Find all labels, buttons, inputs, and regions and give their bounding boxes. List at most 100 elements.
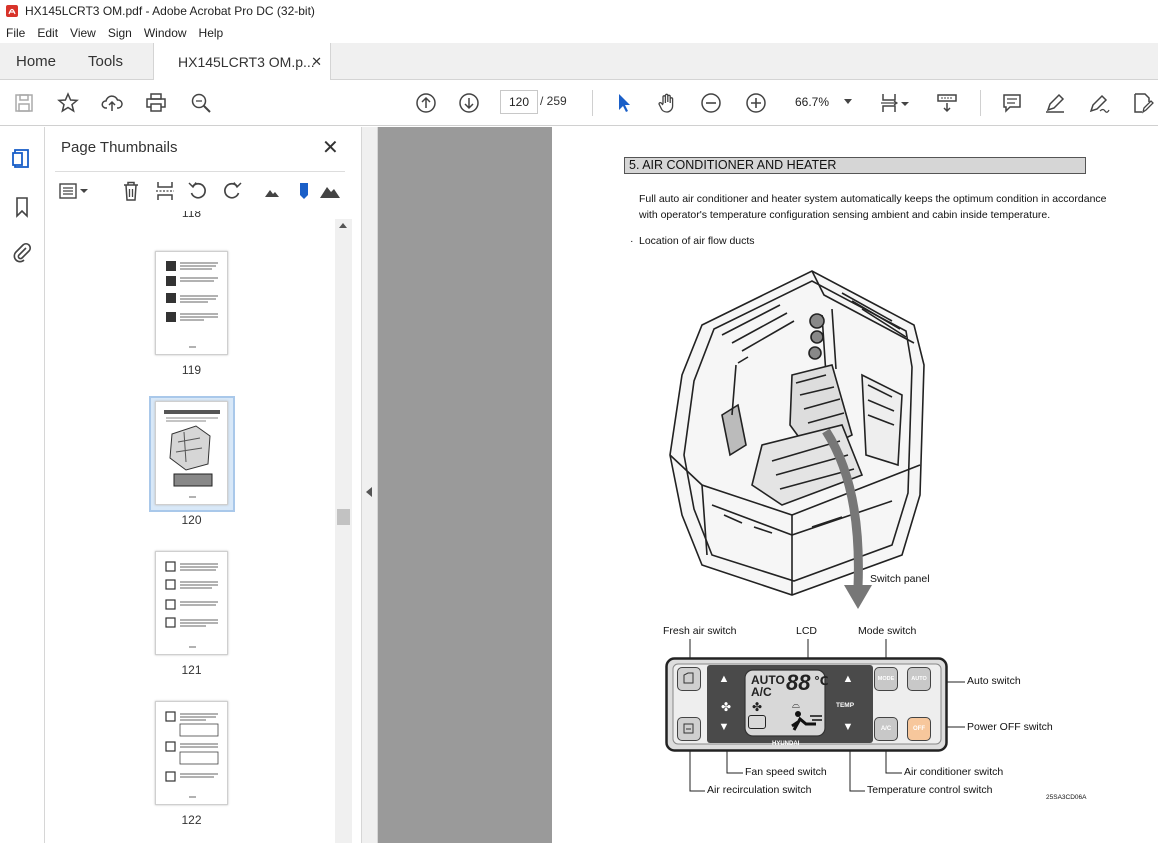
thumbnail-preview-121 xyxy=(165,561,218,648)
pdf-page: 5. AIR CONDITIONER AND HEATER Full auto … xyxy=(552,127,1158,843)
rotate-counterclockwise-icon[interactable] xyxy=(187,180,209,202)
sign-pen-icon[interactable] xyxy=(1087,91,1111,115)
thumbnail-preview-122 xyxy=(165,711,219,798)
close-tab-icon[interactable]: ✕ xyxy=(311,54,322,70)
zoom-out-icon[interactable] xyxy=(699,91,723,115)
fresh-air-switch-button[interactable] xyxy=(677,667,701,691)
main-toolbar: 120 / 259 66.7% xyxy=(0,80,1158,126)
scrollbar-thumb[interactable] xyxy=(337,509,350,525)
attachments-paperclip-icon[interactable] xyxy=(10,240,34,264)
thumbnail-size-small-icon[interactable] xyxy=(261,180,283,202)
thumbnail-label-122: 122 xyxy=(181,813,202,827)
thumbnail-scrollbar[interactable] xyxy=(335,219,352,843)
bookmark-star-icon[interactable] xyxy=(56,91,80,115)
menu-bar: File Edit View Sign Window Help xyxy=(0,22,1158,43)
menu-help[interactable]: Help xyxy=(193,26,230,40)
auto-button-text: AUTO xyxy=(911,676,927,682)
thumbnail-options-icon[interactable] xyxy=(59,180,89,202)
left-navigation-rail xyxy=(0,127,45,843)
menu-edit[interactable]: Edit xyxy=(31,26,64,40)
document-canvas: 5. AIR CONDITIONER AND HEATER Full auto … xyxy=(378,127,1158,843)
page-number-input[interactable]: 120 xyxy=(500,90,538,114)
off-button-text: OFF xyxy=(913,726,925,732)
thumbnail-label-121: 121 xyxy=(181,663,202,677)
select-cursor-icon[interactable] xyxy=(612,91,636,115)
zoom-level-value: 66.7% xyxy=(795,95,830,109)
chevron-down-icon xyxy=(844,99,852,104)
power-off-switch-button[interactable]: OFF xyxy=(907,717,931,741)
previous-page-icon[interactable] xyxy=(414,91,438,115)
thumbnail-page-121[interactable] xyxy=(155,551,228,655)
tab-bar: Home Tools HX145LCRT3 OM.p... ✕ xyxy=(0,43,1158,80)
air-conditioner-switch-button[interactable]: A/C xyxy=(874,717,898,741)
edit-pdf-icon[interactable] xyxy=(1131,91,1155,115)
thumbnail-toolbar xyxy=(55,171,345,209)
print-icon[interactable] xyxy=(144,91,168,115)
thumbnail-label-118: 118 xyxy=(181,211,202,220)
mode-switch-button[interactable]: MODE xyxy=(874,667,898,691)
mode-button-text: MODE xyxy=(877,676,895,682)
thumbnail-size-large-icon[interactable] xyxy=(319,180,341,202)
menu-sign[interactable]: Sign xyxy=(102,26,138,40)
menu-view[interactable]: View xyxy=(64,26,102,40)
lcd-mode-indicator-icon xyxy=(748,715,766,729)
lcd-fan-icon: ✤ xyxy=(752,700,763,714)
page-thumbnails-panel: Page Thumbnails ✕ 118 119 120 121 122 xyxy=(45,127,361,843)
toolbar-divider xyxy=(592,90,593,116)
menu-window[interactable]: Window xyxy=(138,26,193,40)
air-recirculation-switch-button[interactable] xyxy=(677,717,701,741)
thumbnail-size-slider-icon[interactable] xyxy=(293,180,315,202)
tab-document[interactable]: HX145LCRT3 OM.p... ✕ xyxy=(153,43,331,80)
panel-collapse-handle[interactable] xyxy=(361,127,378,843)
bookmarks-icon[interactable] xyxy=(10,195,34,219)
fresh-air-icon xyxy=(683,672,694,684)
temp-label: TEMP xyxy=(836,702,855,709)
thumbnail-label-119: 119 xyxy=(181,363,202,377)
auto-switch-button[interactable]: AUTO xyxy=(907,667,931,691)
delete-page-icon[interactable] xyxy=(120,180,142,202)
title-bar: HX145LCRT3 OM.pdf - Adobe Acrobat Pro DC… xyxy=(0,0,1158,22)
tab-tools[interactable]: Tools xyxy=(88,43,123,80)
zoom-in-icon[interactable] xyxy=(744,91,768,115)
page-total: / 259 xyxy=(540,94,567,108)
thumbnail-preview-119 xyxy=(166,261,218,348)
upload-cloud-icon[interactable] xyxy=(100,91,124,115)
temp-down-icon[interactable]: ▼ xyxy=(839,721,857,735)
recirculation-icon xyxy=(683,723,694,734)
search-zoom-icon[interactable] xyxy=(189,91,213,115)
lcd-seat-airflow-icon xyxy=(791,711,822,731)
temp-up-icon[interactable]: ▲ xyxy=(839,673,857,687)
tab-home[interactable]: Home xyxy=(16,43,56,80)
save-icon[interactable] xyxy=(12,91,36,115)
fan-speed-down-icon[interactable]: ▼ xyxy=(715,721,733,735)
panel-title: Page Thumbnails xyxy=(61,139,178,156)
page-fit-dropdown-icon[interactable] xyxy=(898,91,912,115)
highlight-pen-icon[interactable] xyxy=(1043,91,1067,115)
brand-label: HYUNDAI xyxy=(772,741,800,747)
lcd-ac-text: A/C xyxy=(751,685,772,699)
hand-tool-icon[interactable] xyxy=(655,91,679,115)
thumbnail-label-120: 120 xyxy=(181,513,202,527)
page-thumbnails-icon[interactable] xyxy=(10,147,34,171)
lcd-temperature-digits: 88 xyxy=(786,670,811,695)
thumbnail-page-122[interactable] xyxy=(155,701,228,805)
window-title: HX145LCRT3 OM.pdf - Adobe Acrobat Pro DC… xyxy=(25,4,315,18)
extract-pages-icon[interactable] xyxy=(154,180,176,202)
next-page-icon[interactable] xyxy=(457,91,481,115)
zoom-level-dropdown[interactable]: 66.7% xyxy=(785,90,860,114)
fan-speed-up-icon[interactable]: ▲ xyxy=(715,673,733,687)
close-panel-icon[interactable]: ✕ xyxy=(322,135,339,160)
thumbnail-page-120[interactable] xyxy=(155,401,228,505)
fan-icon: ✤ xyxy=(720,700,732,714)
thumbnail-page-119[interactable] xyxy=(155,251,228,355)
tab-document-label: HX145LCRT3 OM.p... xyxy=(178,53,315,70)
menu-file[interactable]: File xyxy=(0,26,31,40)
ac-button-text: A/C xyxy=(880,726,892,732)
toolbar-divider xyxy=(980,90,981,116)
scroll-up-arrow-icon[interactable] xyxy=(339,223,347,228)
thumbnail-list: 118 119 120 121 122 xyxy=(45,211,335,843)
scroll-mode-icon[interactable] xyxy=(935,91,959,115)
rotate-clockwise-icon[interactable] xyxy=(221,180,243,202)
comment-icon[interactable] xyxy=(1000,91,1024,115)
acrobat-app-icon xyxy=(6,5,18,17)
